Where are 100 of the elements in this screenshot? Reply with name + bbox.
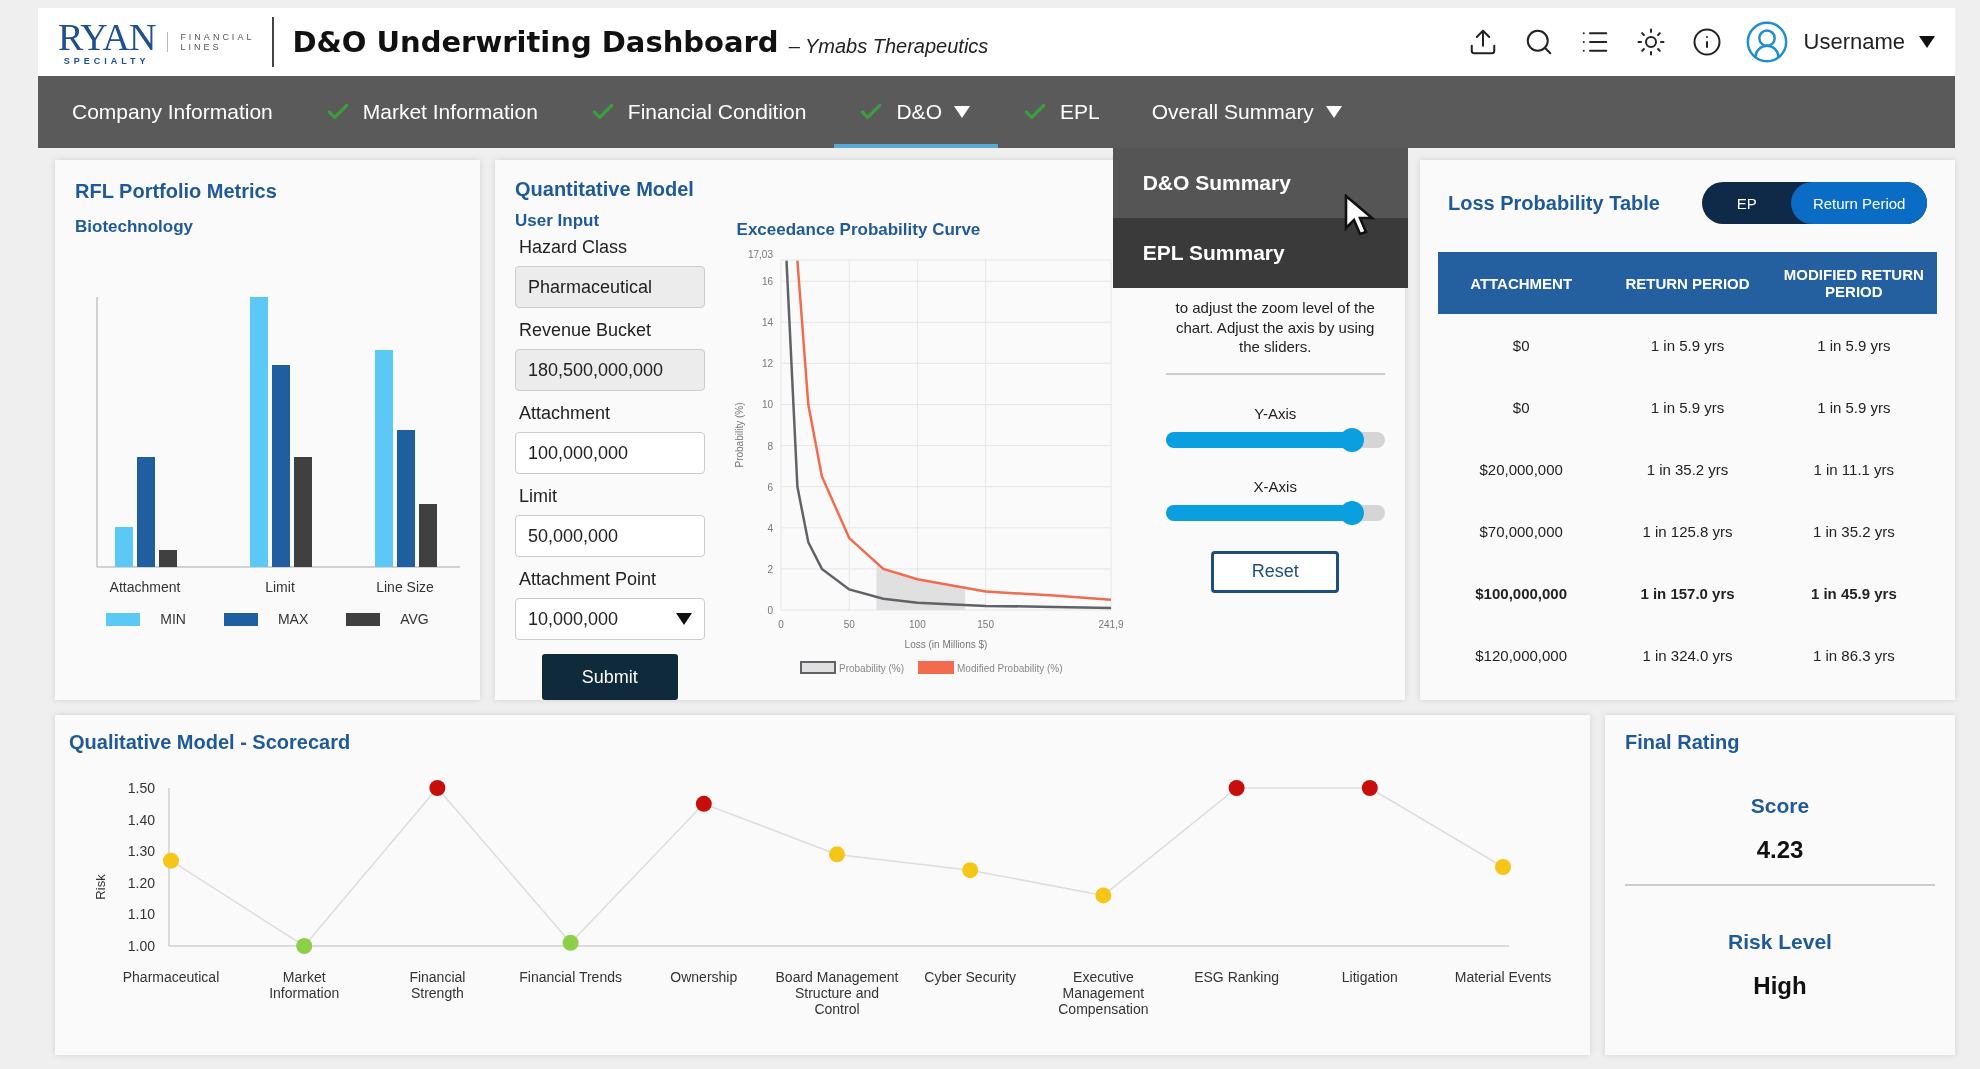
nav-tab[interactable]: Company Information (48, 76, 301, 148)
legend-label: MIN (160, 611, 186, 627)
panel-title: Qualitative Model - Scorecard (69, 731, 352, 754)
table-cell-text: 1 in 5.9 yrs (1649, 397, 1726, 418)
table-cell: 1 in 5.9 yrs (1770, 314, 1937, 376)
category-label: Executive Management Compensation (1058, 969, 1149, 1017)
input-field[interactable]: 50,000,000 (515, 515, 705, 557)
category-label: ESG Ranking (1194, 969, 1279, 985)
menu-item[interactable]: EPL Summary (1112, 218, 1408, 288)
table-cell-text: 1 in 86.3 yrs (1811, 645, 1896, 666)
user-menu[interactable]: Username (1743, 19, 1935, 65)
category-label: Board Management Structure and Control (775, 969, 899, 1017)
panel-title: RFL Portfolio Metrics (75, 180, 278, 203)
table-cell-text: 1 in 11.1 yrs (1812, 459, 1896, 480)
menu-item[interactable]: D&O Summary (1112, 148, 1408, 218)
tick-label: 17,03 (747, 249, 773, 260)
nav-tab[interactable]: Financial Condition (565, 76, 835, 148)
help-text: to adjust the zoom level of the chart. Adjust the axis by using the sliders. (1174, 298, 1376, 357)
slider-thumb[interactable] (1340, 427, 1365, 452)
column-header: RETURN PERIOD (1604, 252, 1771, 314)
tick-label: 50 (843, 619, 855, 630)
logo-name: RYAN (58, 18, 156, 56)
axis-label: Loss (in Millions $) (904, 639, 987, 650)
legend-label: Probability (%) (838, 663, 904, 674)
logo-division: LINES (180, 42, 223, 52)
tick-label: 12 (761, 358, 773, 370)
risk-point (1228, 780, 1245, 796)
risk-point (829, 846, 845, 863)
tick-label: 8 (767, 440, 773, 452)
table-cell-text: $0 (1511, 397, 1531, 418)
tick-label: 1.50 (127, 780, 155, 796)
category-label: Cyber Security (924, 969, 1017, 985)
tick-label: 1.30 (127, 843, 155, 860)
panel-title: Quantitative Model (515, 178, 695, 201)
risk-point (296, 938, 313, 954)
tick-label: 0 (777, 619, 784, 630)
panel-title: Loss Probability Table (1448, 191, 1660, 215)
tick-label: 10 (761, 399, 773, 411)
field-label: Hazard Class (519, 237, 629, 258)
risk-point (695, 795, 712, 812)
table-cell: $0 (1438, 314, 1605, 376)
bar (419, 504, 437, 567)
risk-point (1095, 887, 1112, 904)
table-cell-text: $100,000,000 (1474, 583, 1569, 604)
table-cell-text: 1 in 125.8 yrs (1641, 521, 1734, 542)
risk-point (1361, 780, 1378, 796)
tick-label: 14 (761, 317, 773, 329)
category-label: Litigation (1341, 969, 1398, 985)
dashboard-title: D&O Underwriting Dashboard (292, 25, 779, 59)
industry-subtitle: Biotechnology (75, 217, 195, 237)
score-value: 4.23 (1756, 836, 1804, 864)
caret-icon (1325, 106, 1342, 118)
nav-tab[interactable]: D&O (834, 76, 998, 148)
caret-icon (953, 106, 970, 118)
reset-button[interactable]: Reset (1211, 550, 1340, 593)
risk-point (429, 780, 446, 796)
cursor-icon (1343, 194, 1378, 236)
nav-tab[interactable]: Overall Summary (1127, 76, 1370, 148)
table-cell-text: 1 in 35.2 yrs (1645, 459, 1730, 480)
section-title: User Input (515, 211, 601, 231)
category-label: Financial Trends (519, 969, 622, 985)
slider-thumb[interactable] (1340, 500, 1365, 525)
risk-point (962, 862, 979, 879)
legend-swatch (799, 661, 836, 674)
tick-label: 150 (976, 619, 994, 630)
toggle-option[interactable]: EP (1702, 182, 1792, 224)
input-field[interactable]: 100,000,000 (515, 432, 705, 474)
nav-tab[interactable]: EPL (997, 76, 1128, 148)
slider-label: X-Axis (1252, 477, 1298, 495)
category-label: Line Size (376, 579, 434, 595)
submit-button[interactable]: Submit (541, 654, 678, 700)
caret-icon (1919, 36, 1935, 48)
field-label: Attachment Point (519, 569, 658, 590)
risk-level-value: High (1753, 972, 1807, 1000)
table-cell-text: 1 in 5.9 yrs (1816, 397, 1892, 418)
field-label: Limit (519, 486, 558, 507)
column-header: MODIFIED RETURN PERIOD (1770, 252, 1937, 314)
chart-title: Exceedance Probability Curve (736, 220, 982, 240)
score-label: Score (1750, 794, 1810, 818)
table-cell-text: $20,000,000 (1478, 459, 1564, 480)
table-cell: 1 in 5.9 yrs (1604, 314, 1771, 376)
risk-point (562, 934, 579, 951)
nav-tab[interactable]: Market Information (300, 76, 566, 148)
logo-division: FINANCIAL (180, 32, 255, 42)
tick-label: 1.00 (127, 938, 155, 954)
table-cell-text: 1 in 35.2 yrs (1811, 521, 1896, 542)
category-label: Limit (265, 579, 295, 595)
risk-point (1495, 859, 1511, 875)
tick-label: 100 (908, 619, 926, 630)
caret-icon (675, 613, 692, 625)
select-field[interactable]: 10,000,000 (515, 598, 705, 640)
toggle-option[interactable]: Return Period (1791, 182, 1927, 224)
table-cell-text: 1 in 157.0 yrs (1639, 583, 1736, 604)
tick-label: 4 (767, 522, 773, 534)
axis-label: Risk (93, 874, 108, 900)
tick-label: 1.40 (127, 811, 155, 828)
category-label: Pharmaceutical (122, 969, 220, 985)
legend-swatch (917, 661, 954, 674)
column-header: ATTACHMENT (1438, 252, 1605, 314)
category-label: Material Events (1454, 969, 1552, 985)
